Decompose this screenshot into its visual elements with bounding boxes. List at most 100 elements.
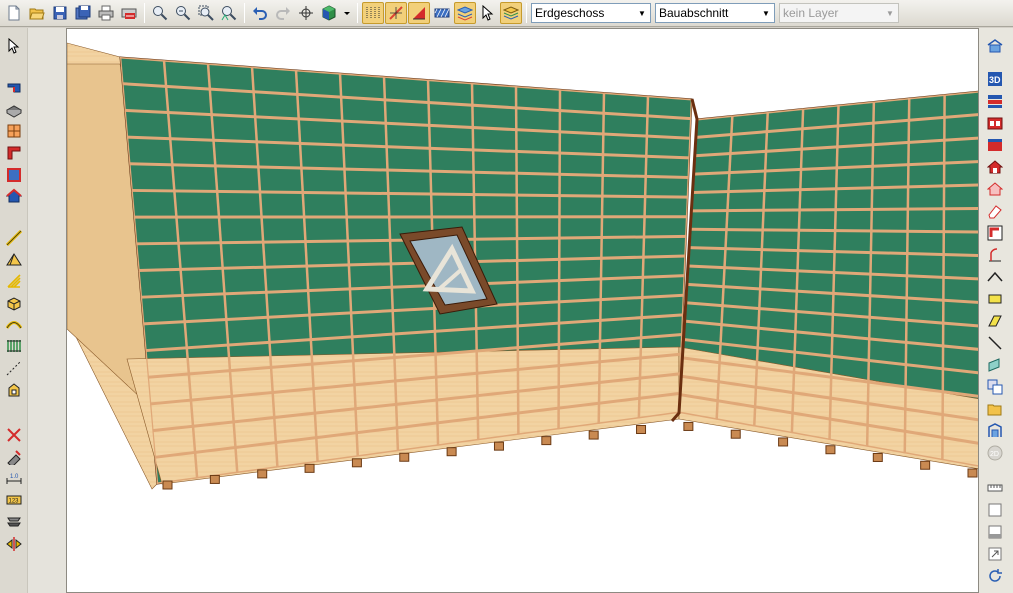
floor-select-value: Erdgeschoss (535, 6, 605, 20)
dashed-line-icon[interactable] (4, 358, 24, 378)
wall-icon[interactable] (4, 78, 24, 98)
rafter-foot (541, 436, 552, 446)
save-as-icon[interactable] (72, 2, 94, 24)
resize-icon[interactable] (985, 544, 1005, 564)
layer-stack-icon[interactable] (500, 2, 522, 24)
house-roof-icon[interactable] (4, 186, 24, 206)
layer-select-value: kein Layer (783, 6, 839, 20)
measure-icon[interactable]: 123 (4, 490, 24, 510)
section-cut-icon[interactable] (4, 512, 24, 532)
open-file-icon[interactable] (985, 399, 1005, 419)
chevron-down-icon: ▼ (638, 8, 646, 18)
beam-box-icon[interactable] (4, 293, 24, 313)
toolbar-separator (357, 3, 358, 23)
zoom-all-icon[interactable] (218, 2, 240, 24)
floor-select[interactable]: Erdgeschoss ▼ (531, 3, 651, 23)
export-pdf-icon[interactable] (118, 2, 140, 24)
zoom-window-icon[interactable] (195, 2, 217, 24)
rafter-foot (636, 425, 647, 435)
rafter-icon[interactable] (4, 249, 24, 269)
3d-label-icon[interactable]: 3D (985, 69, 1005, 89)
select-pointer-icon[interactable] (477, 2, 499, 24)
studs-icon[interactable] (4, 336, 24, 356)
undo-icon[interactable] (249, 2, 271, 24)
rafter-foot (304, 463, 315, 473)
toolbar-separator (144, 3, 145, 23)
mirror-icon[interactable] (4, 534, 24, 554)
storey-icon[interactable] (985, 91, 1005, 111)
grid-snap-icon[interactable] (362, 2, 384, 24)
refresh-icon[interactable] (985, 566, 1005, 586)
roof-shape-icon[interactable] (985, 267, 1005, 287)
svg-text:1.0: 1.0 (10, 474, 19, 480)
glass-panel-icon[interactable] (985, 355, 1005, 375)
3d-options-dropdown[interactable] (341, 2, 353, 24)
new-document-icon[interactable] (3, 2, 25, 24)
slab-icon[interactable] (4, 100, 24, 120)
section-select-value: Bauabschnitt (659, 6, 729, 20)
house-icon[interactable] (985, 157, 1005, 177)
frame-bottom-icon[interactable] (985, 522, 1005, 542)
stair-icon[interactable] (4, 143, 24, 163)
rafter-foot (588, 430, 599, 440)
rafter-foot (730, 429, 741, 439)
wall-corner-icon[interactable] (985, 223, 1005, 243)
main-toolbar: Erdgeschoss ▼ Bauabschnitt ▼ kein Layer ▼ (0, 0, 1013, 27)
elevation-icon[interactable] (985, 135, 1005, 155)
rafter-foot (967, 468, 978, 478)
eraser-icon[interactable] (985, 201, 1005, 221)
delete-icon[interactable] (4, 425, 24, 445)
rafter-foot (920, 460, 931, 470)
layer-snap-icon[interactable] (454, 2, 476, 24)
building-view-icon[interactable] (985, 36, 1005, 56)
rafter-foot (209, 474, 220, 484)
rafter-foot (162, 480, 173, 490)
svg-text:3D: 3D (989, 75, 1001, 85)
toolbar-separator (526, 3, 527, 23)
rafter-foot (257, 469, 268, 479)
open-folder-icon[interactable] (26, 2, 48, 24)
redo-icon[interactable] (272, 2, 294, 24)
rafter-foot (778, 437, 789, 447)
zoom-in-icon[interactable] (149, 2, 171, 24)
zoom-out-icon[interactable] (172, 2, 194, 24)
diagonal-line-icon[interactable] (985, 333, 1005, 353)
pan-icon[interactable] (295, 2, 317, 24)
arch-icon[interactable] (4, 314, 24, 334)
dimension-icon[interactable]: 1.0 (4, 469, 24, 489)
structure-icon[interactable] (985, 421, 1005, 441)
rafter-foot (493, 441, 504, 451)
point-snap-icon[interactable] (385, 2, 407, 24)
surface-icon[interactable] (985, 289, 1005, 309)
copy-icon[interactable] (985, 377, 1005, 397)
print-icon[interactable] (95, 2, 117, 24)
angle-snap-icon[interactable] (408, 2, 430, 24)
house-outline-icon[interactable] (985, 179, 1005, 199)
left-toolbar: 1.0 123 (0, 28, 28, 593)
save-icon[interactable] (49, 2, 71, 24)
3d-viewport[interactable] (66, 28, 979, 593)
door-icon[interactable] (985, 245, 1005, 265)
rafter-foot (399, 452, 410, 462)
hatching-icon[interactable] (431, 2, 453, 24)
rafter (557, 89, 562, 430)
window-icon[interactable] (4, 121, 24, 141)
line-icon[interactable] (4, 228, 24, 248)
angled-beam-icon[interactable] (4, 271, 24, 291)
modify-tool-icon[interactable] (4, 447, 24, 467)
floor-plan-icon[interactable] (985, 113, 1005, 133)
rafter-foot (683, 421, 694, 431)
toolbar-separator (244, 3, 245, 23)
ruler-icon[interactable] (985, 478, 1005, 498)
blank-frame-icon[interactable] (985, 500, 1005, 520)
chevron-down-icon: ▼ (886, 8, 894, 18)
dormer-icon[interactable] (4, 380, 24, 400)
column-icon[interactable] (4, 165, 24, 185)
section-select[interactable]: Bauabschnitt ▼ (655, 3, 775, 23)
rafter-foot (825, 445, 836, 455)
3d-view-icon[interactable] (318, 2, 340, 24)
rafter-foot (872, 452, 883, 462)
right-toolbar: 3D 2D (979, 28, 1013, 593)
tilted-surface-icon[interactable] (985, 311, 1005, 331)
select-arrow-icon[interactable] (4, 36, 24, 56)
